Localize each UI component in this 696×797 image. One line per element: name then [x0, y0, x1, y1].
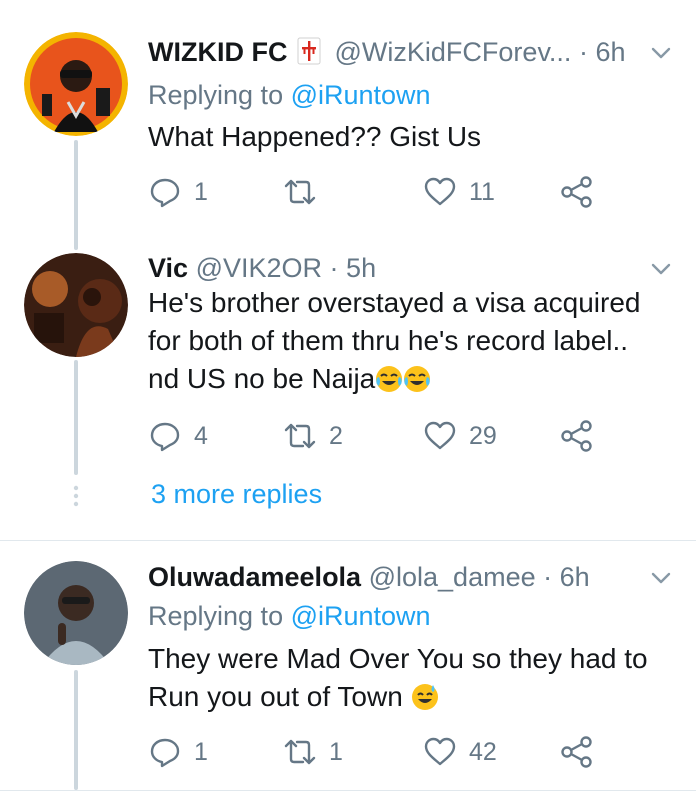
chevron-down-icon[interactable] — [650, 567, 672, 589]
face-with-tears-of-joy-icon — [404, 366, 431, 392]
display-name[interactable]: Oluwadameelola — [148, 562, 361, 592]
reply-icon — [150, 738, 180, 768]
tweet-text-line: Run you out of Town — [148, 678, 668, 716]
timestamp[interactable]: 5h — [346, 253, 376, 283]
share-icon — [561, 176, 592, 208]
tweet-text-line-content: nd US no be Naija — [148, 363, 376, 394]
reply-count: 1 — [194, 177, 208, 206]
tweet-header: Oluwadameelola @lola_damee · 6h — [148, 562, 590, 592]
tweet-actions: 1 11 — [148, 172, 618, 212]
tweet-actions: 1 1 42 — [148, 732, 618, 772]
tweet-text-line-content: Run you out of Town — [148, 681, 403, 712]
mention-link[interactable]: @iRuntown — [291, 80, 431, 110]
tweet-text-line: nd US no be Naija — [148, 360, 668, 398]
tweet[interactable]: WIZKID FC @WizKidFCForev... · 6h Replyin… — [0, 0, 696, 250]
divider — [0, 790, 696, 791]
avatar[interactable] — [24, 32, 128, 136]
reply-count: 1 — [194, 737, 208, 766]
tweet-text: What Happened?? Gist Us — [148, 118, 668, 156]
separator-dot: · — [543, 562, 553, 592]
tweet-text-line: What Happened?? Gist Us — [148, 121, 482, 152]
face-with-tears-of-joy-icon — [376, 366, 403, 392]
retweet-icon — [284, 739, 316, 765]
handle[interactable]: @VIK2OR — [196, 253, 322, 283]
share-button[interactable] — [560, 416, 594, 456]
tweet-header: WIZKID FC @WizKidFCForev... · 6h — [148, 37, 626, 67]
reply-button[interactable]: 1 — [148, 732, 208, 772]
reply-count: 4 — [194, 421, 208, 450]
like-count: 29 — [469, 421, 497, 450]
tweet[interactable]: Vic @VIK2OR · 5h He's brother overstayed… — [0, 250, 696, 540]
reply-button[interactable]: 1 — [148, 172, 208, 212]
retweet-button[interactable]: 1 — [283, 732, 343, 772]
like-button[interactable]: 42 — [423, 732, 497, 772]
like-button[interactable]: 29 — [423, 416, 497, 456]
tweet-text: They were Mad Over You so they had to Ru… — [148, 640, 668, 716]
heart-icon — [424, 737, 456, 766]
retweet-icon — [284, 179, 316, 205]
reply-icon — [150, 178, 180, 208]
reply-button[interactable]: 4 — [148, 416, 208, 456]
display-name[interactable]: Vic — [148, 253, 188, 283]
share-button[interactable] — [560, 732, 594, 772]
tweet-text: He's brother overstayed a visa acquired … — [148, 284, 668, 398]
tweet-text-line: for both of them thru he's record label.… — [148, 325, 629, 356]
reply-icon — [150, 422, 180, 452]
share-button[interactable] — [560, 172, 594, 212]
avatar[interactable] — [24, 561, 128, 665]
tweet-text-line: They were Mad Over You so they had to — [148, 643, 648, 674]
replying-to: Replying to @iRuntown — [148, 80, 431, 110]
separator-dot: · — [578, 37, 588, 67]
flag-badge-icon — [297, 37, 321, 65]
retweet-count: 2 — [329, 421, 343, 450]
heart-icon — [424, 177, 456, 206]
handle[interactable]: @lola_damee — [369, 562, 536, 592]
retweet-button[interactable]: 2 — [283, 416, 343, 456]
replying-to: Replying to @iRuntown — [148, 601, 431, 631]
grinning-face-with-sweat-icon — [411, 684, 438, 710]
like-count: 42 — [469, 737, 497, 766]
handle[interactable]: @WizKidFCForev... — [335, 37, 572, 67]
share-icon — [561, 420, 592, 452]
heart-icon — [424, 421, 456, 450]
retweet-count: 1 — [329, 737, 343, 766]
chevron-down-icon[interactable] — [650, 42, 672, 64]
replying-prefix: Replying to — [148, 601, 291, 631]
retweet-icon — [284, 423, 316, 449]
tweet[interactable]: Oluwadameelola @lola_damee · 6h Replying… — [0, 541, 696, 791]
tweet-text-line: He's brother overstayed a visa acquired — [148, 287, 641, 318]
share-icon — [561, 736, 592, 768]
chevron-down-icon[interactable] — [650, 258, 672, 280]
retweet-button[interactable] — [283, 172, 329, 212]
more-replies-link[interactable]: 3 more replies — [151, 479, 322, 510]
tweet-actions: 4 2 29 — [148, 416, 618, 456]
thread-dots-icon — [73, 485, 79, 507]
mention-link[interactable]: @iRuntown — [291, 601, 431, 631]
avatar[interactable] — [24, 253, 128, 357]
replying-prefix: Replying to — [148, 80, 291, 110]
separator-dot: · — [329, 253, 339, 283]
like-count: 11 — [469, 177, 495, 206]
like-button[interactable]: 11 — [423, 172, 495, 212]
timestamp[interactable]: 6h — [560, 562, 590, 592]
timestamp[interactable]: 6h — [595, 37, 625, 67]
tweet-header: Vic @VIK2OR · 5h — [148, 253, 376, 283]
display-name[interactable]: WIZKID FC — [148, 37, 287, 67]
